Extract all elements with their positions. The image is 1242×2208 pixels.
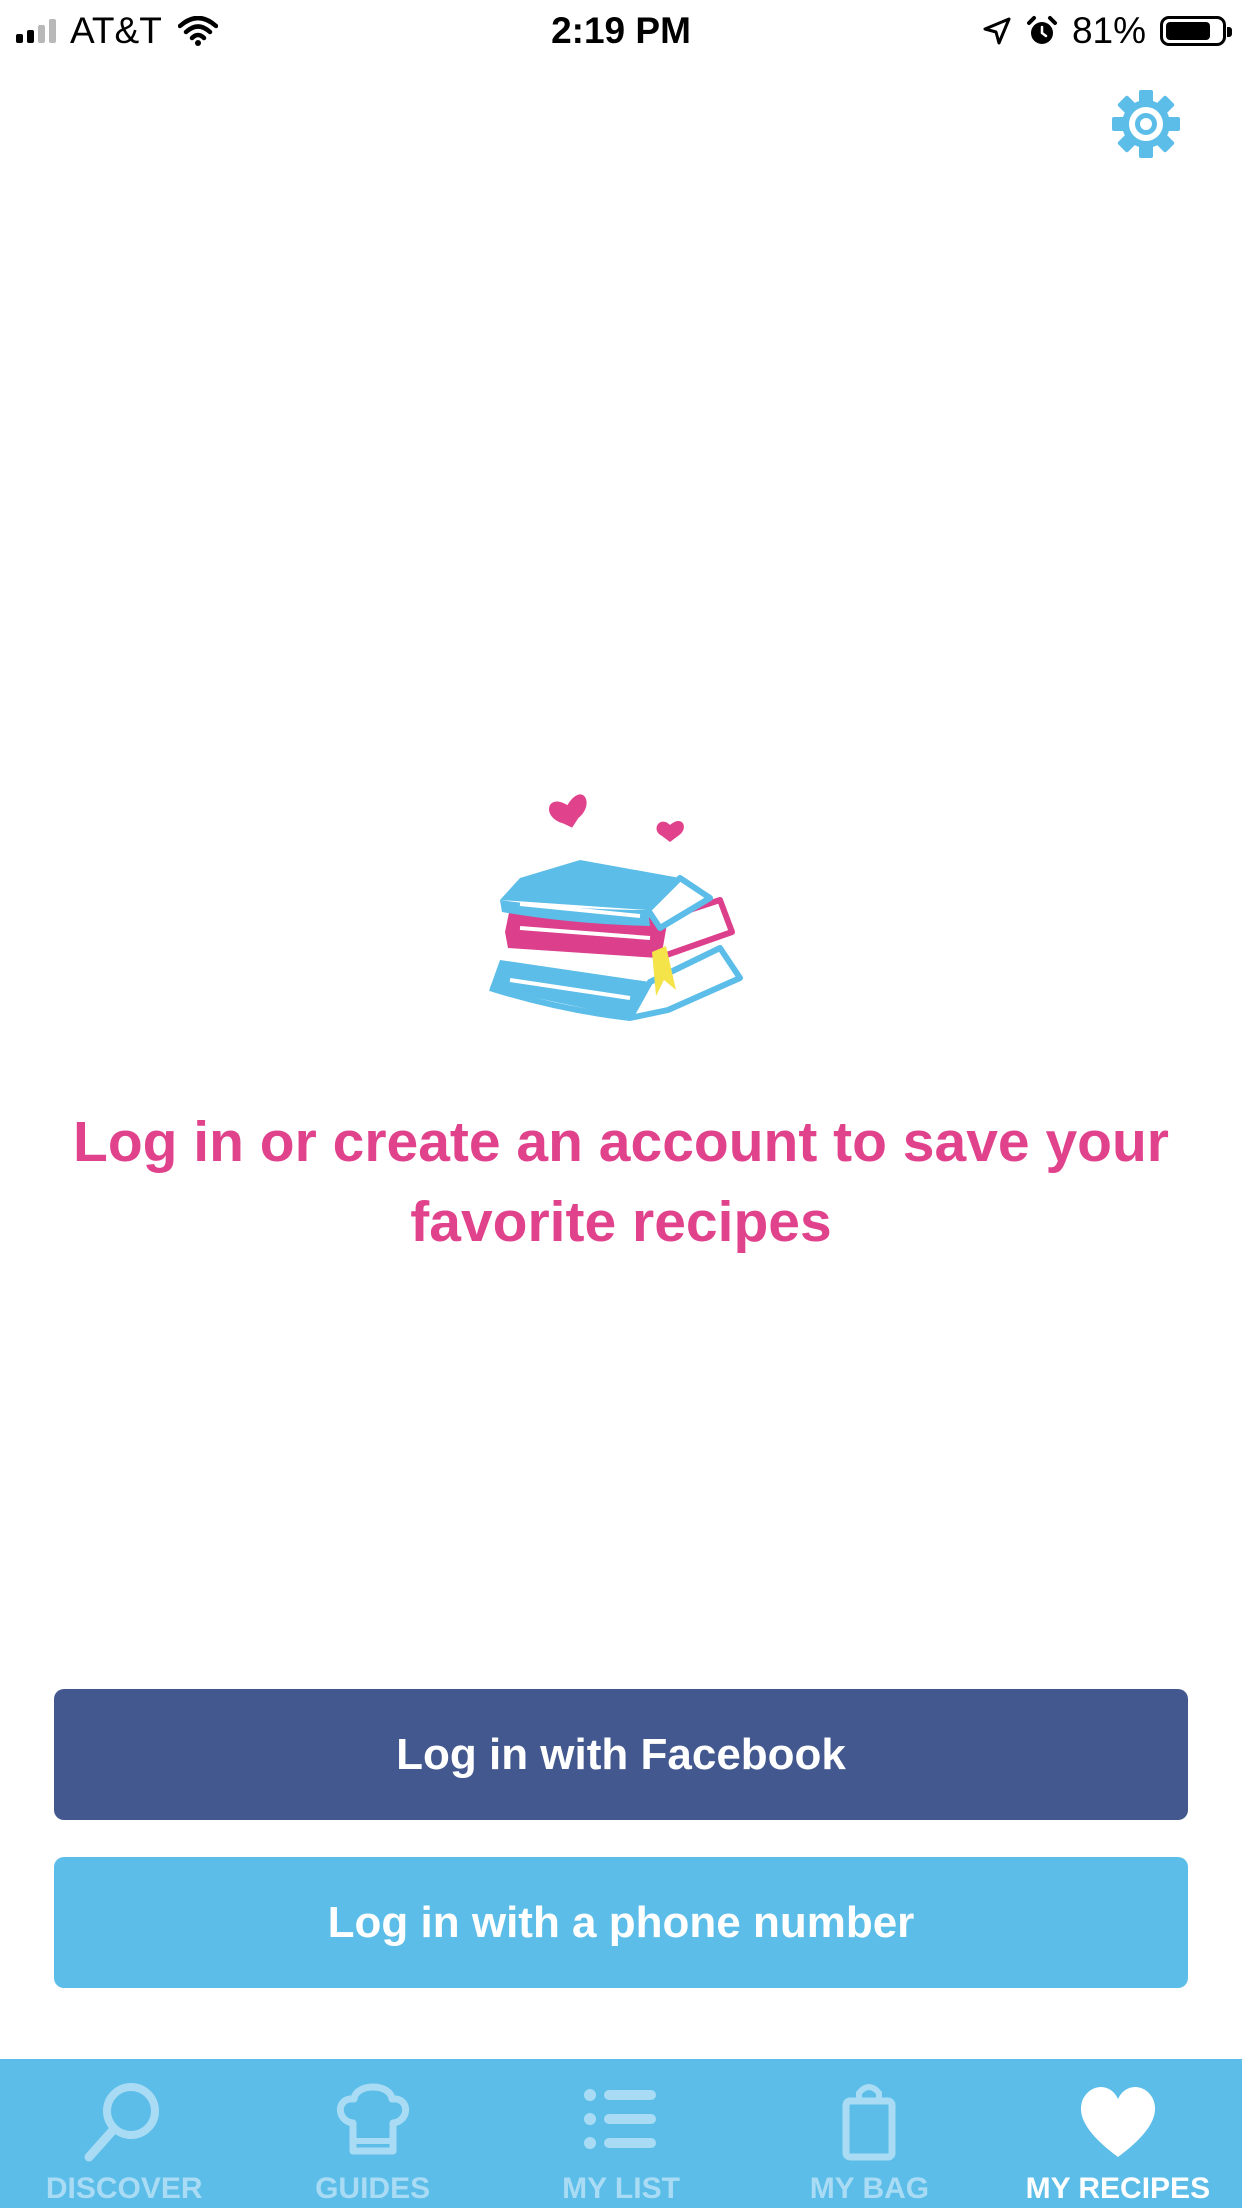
tab-label: DISCOVER bbox=[45, 2172, 203, 2205]
tab-discover[interactable]: DISCOVER bbox=[0, 2059, 248, 2208]
alarm-icon bbox=[1026, 16, 1057, 44]
tab-my-bag[interactable]: MY BAG bbox=[745, 2059, 993, 2208]
battery-percentage: 81% bbox=[1071, 10, 1146, 51]
tab-guides[interactable]: GUIDES bbox=[248, 2059, 496, 2208]
status-right: 81% bbox=[982, 8, 1232, 54]
facebook-login-label: Log in with Facebook bbox=[396, 1729, 846, 1779]
login-prompt-message: Log in or create an account to save your… bbox=[73, 1110, 1169, 1254]
book-stack-illustration bbox=[489, 794, 743, 1021]
battery-icon bbox=[1160, 16, 1232, 46]
shopping-bag-icon bbox=[842, 2084, 896, 2161]
heart-icon bbox=[1080, 2087, 1155, 2157]
tab-label: MY BAG bbox=[809, 2172, 930, 2205]
battery-level-fill bbox=[1166, 22, 1210, 40]
tab-my-recipes[interactable]: MY RECIPES bbox=[994, 2059, 1242, 2208]
phone-login-label: Log in with a phone number bbox=[327, 1897, 915, 1947]
tab-bar: DISCOVER GUIDES MY LIST MY BAG MY RECIPE… bbox=[0, 2059, 1242, 2208]
tab-label: GUIDES bbox=[315, 2172, 431, 2205]
tab-label: MY RECIPES bbox=[1025, 2172, 1211, 2205]
status-bar: AT&T 2:19 PM 81% bbox=[0, 0, 1242, 62]
facebook-login-button[interactable]: Log in with Facebook bbox=[54, 1689, 1188, 1820]
list-icon bbox=[584, 2089, 657, 2149]
heart-icon bbox=[656, 820, 684, 842]
heart-icon bbox=[549, 794, 587, 828]
gear-icon[interactable] bbox=[1110, 88, 1182, 160]
search-icon bbox=[84, 2083, 160, 2162]
location-arrow-icon bbox=[983, 17, 1011, 45]
tab-label: MY LIST bbox=[562, 2172, 680, 2205]
phone-login-button[interactable]: Log in with a phone number bbox=[54, 1857, 1188, 1988]
chef-hat-icon bbox=[336, 2083, 409, 2155]
tab-my-list[interactable]: MY LIST bbox=[497, 2059, 745, 2208]
